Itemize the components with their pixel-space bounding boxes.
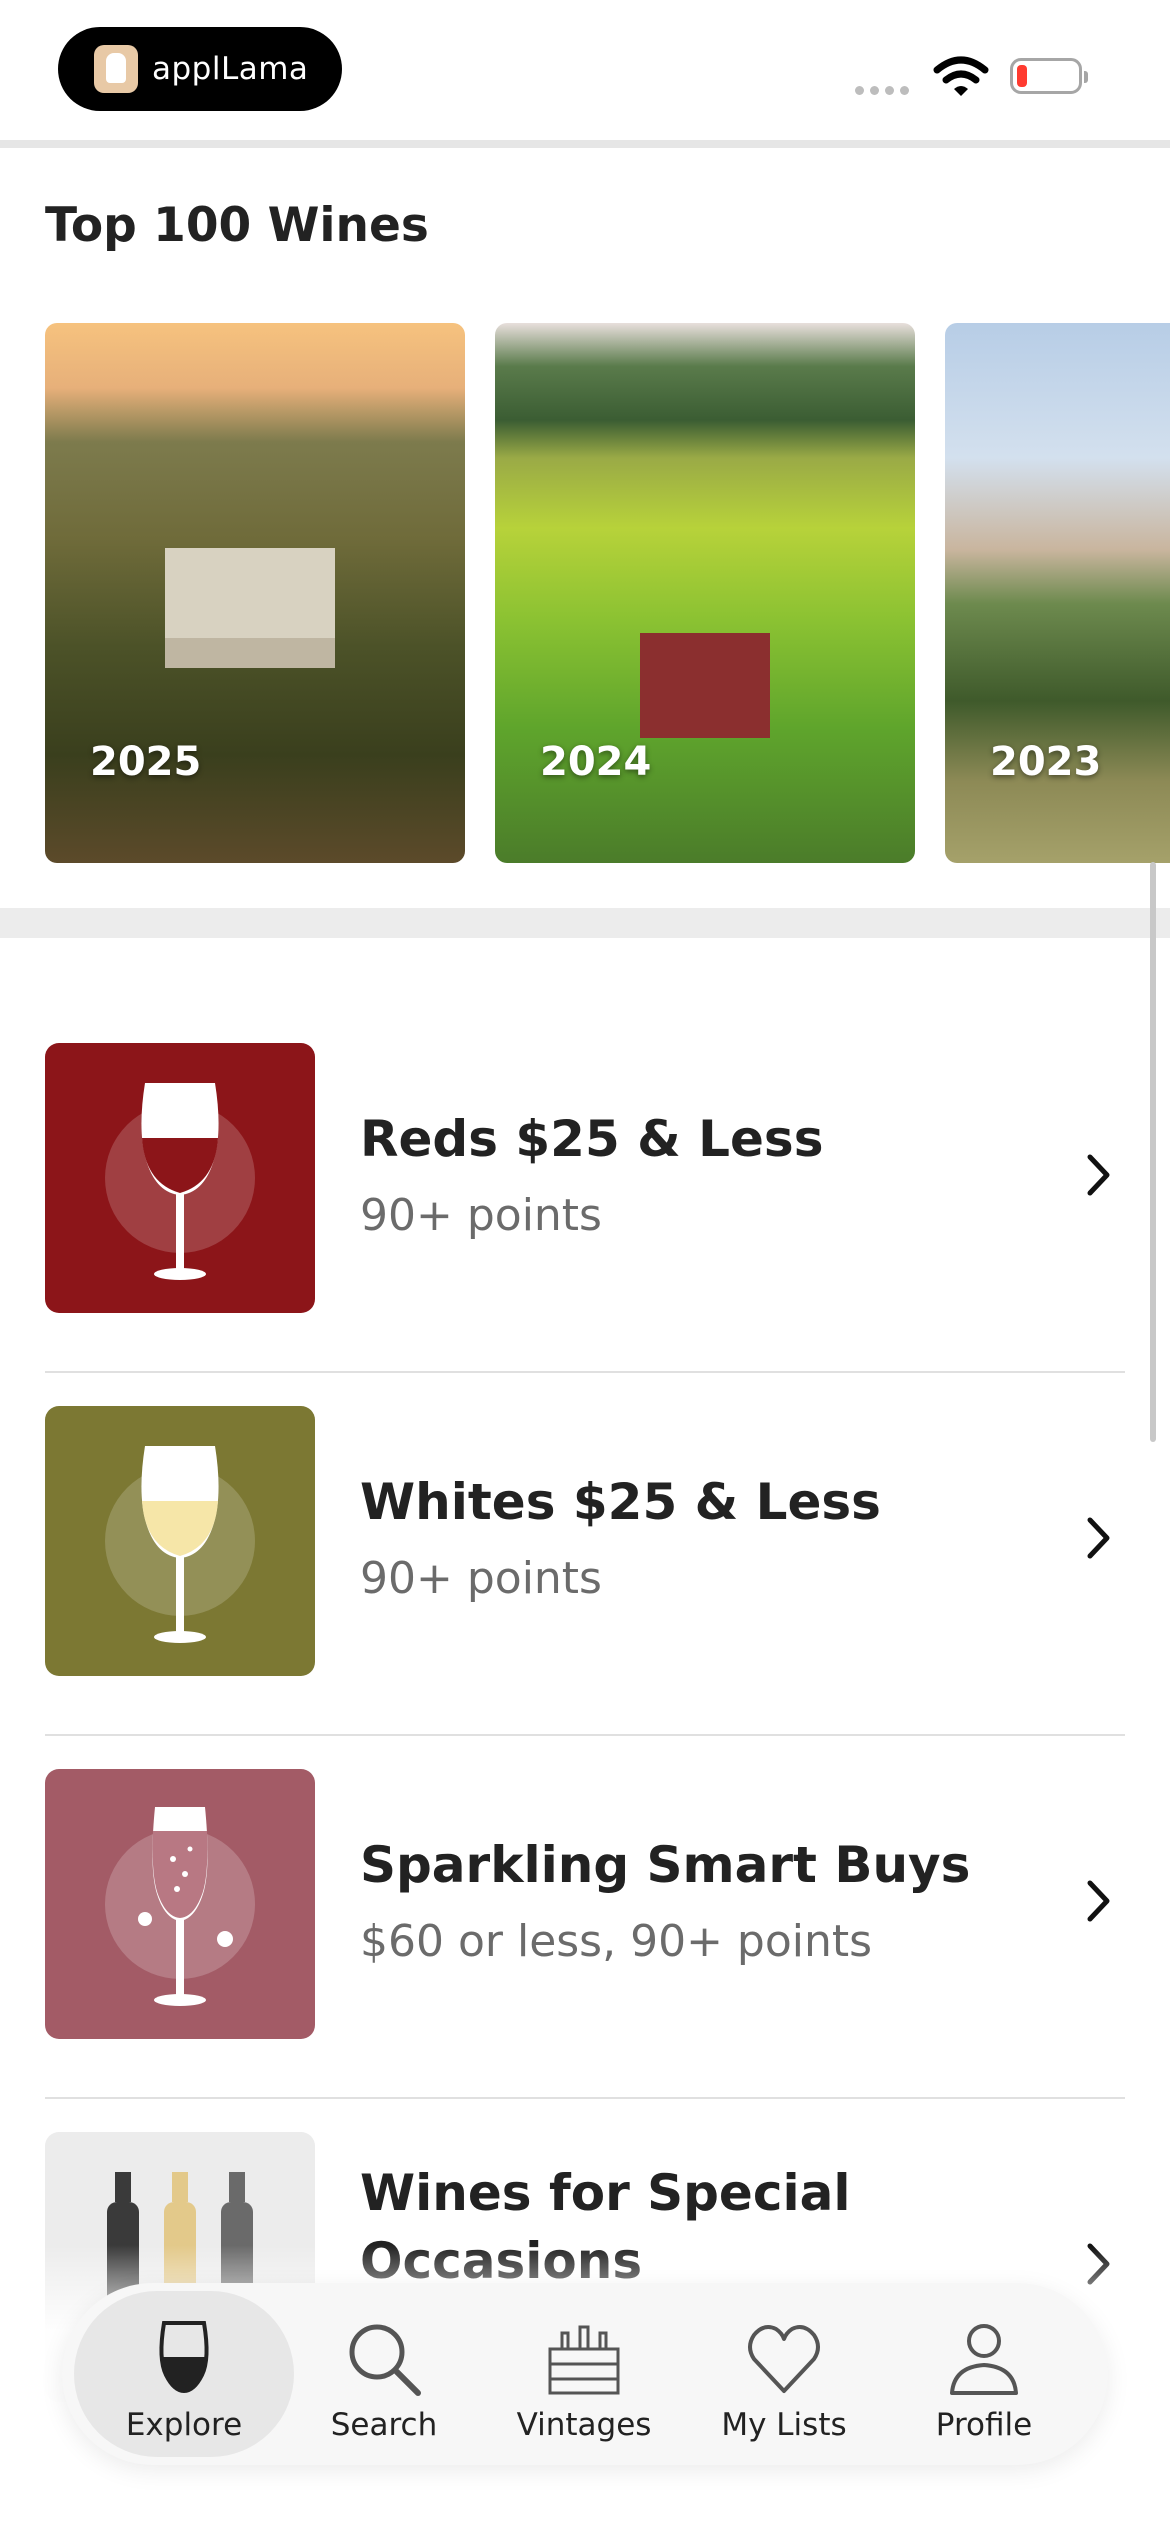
white-wine-glass-icon	[45, 1406, 315, 1676]
list-subtitle: 90+ points	[360, 1553, 602, 1604]
person-icon	[950, 2324, 1018, 2395]
status-bar: applLama	[0, 0, 1170, 140]
vintage-year: 2024	[540, 739, 652, 785]
tab-profile[interactable]: Profile	[884, 2291, 1084, 2457]
red-wine-glass-icon	[45, 1043, 315, 1313]
divider	[0, 140, 1170, 148]
list-subtitle: 90+ points	[360, 1190, 602, 1241]
vintage-card-2025[interactable]: 2025	[45, 323, 465, 863]
list-item-reds[interactable]: Reds $25 & Less 90+ points	[0, 1010, 1170, 1373]
list-item-whites[interactable]: Whites $25 & Less 90+ points	[0, 1373, 1170, 1736]
vintage-year: 2023	[990, 739, 1102, 785]
tab-my-lists[interactable]: My Lists	[684, 2291, 884, 2457]
tab-label: Explore	[125, 2407, 243, 2443]
section-title: Top 100 Wines	[45, 198, 429, 253]
llama-logo-icon	[94, 45, 138, 93]
app-badge-label: applLama	[152, 51, 309, 87]
section-divider	[0, 908, 1170, 938]
chevron-right-icon	[1087, 1880, 1110, 1922]
vintage-carousel[interactable]: 2025 2024 2023	[45, 323, 1170, 863]
tab-vintages[interactable]: Vintages	[484, 2291, 684, 2457]
battery-icon	[1010, 58, 1088, 94]
vintage-year: 2025	[90, 739, 202, 785]
list-title: Sparkling Smart Buys	[360, 1836, 971, 1894]
wifi-icon	[933, 56, 989, 96]
chateau-image	[165, 548, 335, 668]
signal-dots-icon	[855, 86, 909, 95]
list-subtitle: $60 or less, 90+ points	[360, 1916, 873, 1967]
vintage-card-2024[interactable]: 2024	[495, 323, 915, 863]
sparkling-wine-glass-icon	[45, 1769, 315, 2039]
list-item-sparkling[interactable]: Sparkling Smart Buys $60 or less, 90+ po…	[0, 1736, 1170, 2099]
wine-glass-icon	[159, 2321, 209, 2394]
tab-search[interactable]: Search	[284, 2291, 484, 2457]
heart-icon	[748, 2325, 820, 2393]
wine-crate-icon	[548, 2325, 620, 2395]
chevron-right-icon	[1087, 1154, 1110, 1196]
vintage-card-2023[interactable]: 2023	[945, 323, 1170, 863]
list-title: Reds $25 & Less	[360, 1110, 824, 1168]
app-badge[interactable]: applLama	[58, 27, 342, 111]
search-icon	[349, 2324, 421, 2396]
tab-explore[interactable]: Explore	[74, 2291, 294, 2457]
tab-label: Profile	[935, 2407, 1033, 2443]
barn-image	[640, 633, 770, 738]
chevron-right-icon	[1087, 1517, 1110, 1559]
tab-label: Search	[330, 2407, 438, 2443]
list-title: Whites $25 & Less	[360, 1473, 881, 1531]
tab-label: Vintages	[516, 2407, 652, 2443]
tab-bar: Explore Search Vintages My Lists Profile	[62, 2283, 1108, 2465]
tab-label: My Lists	[721, 2407, 847, 2443]
